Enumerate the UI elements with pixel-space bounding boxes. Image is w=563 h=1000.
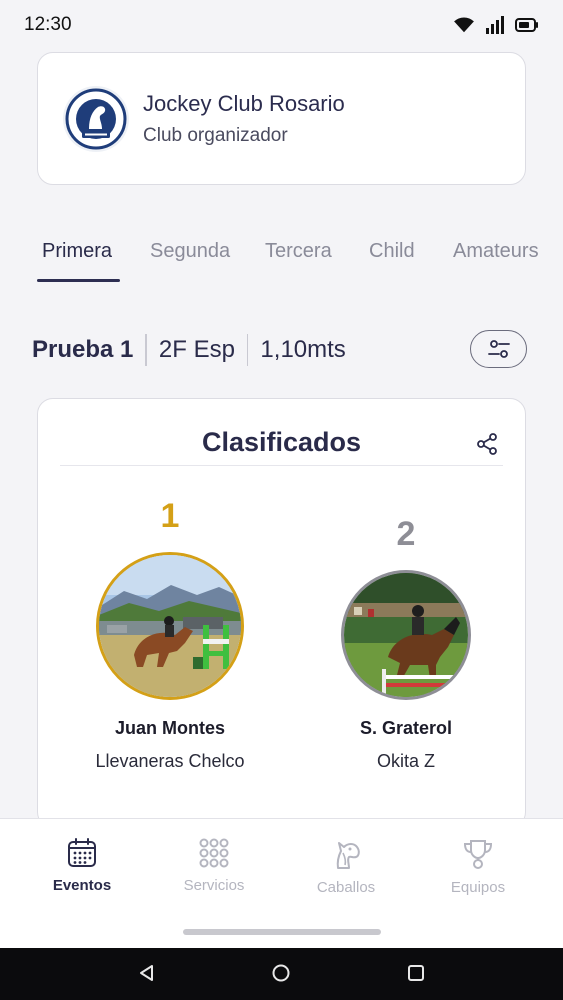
grid-icon xyxy=(199,838,229,868)
horse-name: Okita Z xyxy=(376,751,435,771)
signal-icon xyxy=(486,16,504,34)
tab-primera[interactable]: Primera xyxy=(42,240,112,263)
nav-label: Eventos xyxy=(52,877,112,894)
test-title: Prueba 1 xyxy=(32,336,134,363)
trophy-icon xyxy=(463,840,493,869)
tab-segunda[interactable]: Segunda xyxy=(150,240,230,263)
results-card: Clasificados 1 Juan Montes Llevaneras Ch… xyxy=(37,398,526,828)
rank-number: 2 xyxy=(396,515,416,553)
place-second[interactable]: 2 S. Graterol Okita Z xyxy=(306,515,506,772)
club-name: Jockey Club Rosario xyxy=(143,90,345,116)
battery-icon xyxy=(515,18,538,32)
rider-photo xyxy=(341,570,471,700)
share-icon[interactable] xyxy=(475,432,499,456)
divider xyxy=(145,334,147,366)
divider xyxy=(246,334,249,366)
club-subtitle: Club organizador xyxy=(143,124,288,146)
rider-name: S. Graterol xyxy=(359,718,453,738)
calendar-icon xyxy=(68,838,96,867)
tab-child[interactable]: Child xyxy=(369,240,415,263)
horse-jumping-photo xyxy=(99,555,241,697)
bottom-nav: Eventos Servicios Caballos Equipos xyxy=(0,818,563,948)
category-tabs: Primera Segunda Tercera Child Amateurs xyxy=(0,222,563,284)
club-card[interactable]: Jockey Club Rosario Club organizador xyxy=(37,52,526,185)
place-first[interactable]: 1 Juan Montes Llevaneras Chelco xyxy=(70,497,270,772)
back-icon[interactable] xyxy=(137,963,157,983)
nav-eventos[interactable]: Eventos xyxy=(16,837,148,894)
nav-servicios[interactable]: Servicios xyxy=(148,837,280,894)
filter-button[interactable] xyxy=(470,330,527,368)
jockey-club-logo xyxy=(63,85,129,152)
nav-label: Equipos xyxy=(450,879,506,896)
rider-name: Juan Montes xyxy=(114,718,225,738)
divider xyxy=(60,465,503,466)
nav-label: Caballos xyxy=(316,879,376,896)
status-time: 12:30 xyxy=(24,14,72,35)
rider-photo xyxy=(96,552,244,700)
horse-name: Llevaneras Chelco xyxy=(95,751,245,771)
wifi-icon xyxy=(454,17,474,33)
recents-icon[interactable] xyxy=(406,963,426,983)
nav-label: Servicios xyxy=(183,877,245,894)
club-info: Jockey Club Rosario Club organizador xyxy=(143,91,345,147)
nav-caballos[interactable]: Caballos xyxy=(280,837,412,896)
test-height: 1,10mts xyxy=(260,336,346,363)
nav-equipos[interactable]: Equipos xyxy=(412,837,544,896)
system-nav-bar xyxy=(0,948,563,1000)
status-bar: 12:30 xyxy=(0,0,563,50)
tab-tercera[interactable]: Tercera xyxy=(265,240,332,263)
test-info: Prueba 1 2F Esp 1,10mts xyxy=(32,328,527,372)
filter-icon xyxy=(487,340,510,358)
horse-jumping-photo xyxy=(344,573,468,697)
home-icon[interactable] xyxy=(271,963,291,983)
status-icons xyxy=(453,16,539,34)
rank-number: 1 xyxy=(160,497,180,535)
home-indicator[interactable] xyxy=(183,929,381,935)
active-tab-indicator xyxy=(37,279,120,282)
horse-head-icon xyxy=(336,842,360,869)
tab-amateurs[interactable]: Amateurs xyxy=(453,240,539,263)
test-type: 2F Esp xyxy=(158,336,235,363)
results-title: Clasificados xyxy=(201,427,362,457)
